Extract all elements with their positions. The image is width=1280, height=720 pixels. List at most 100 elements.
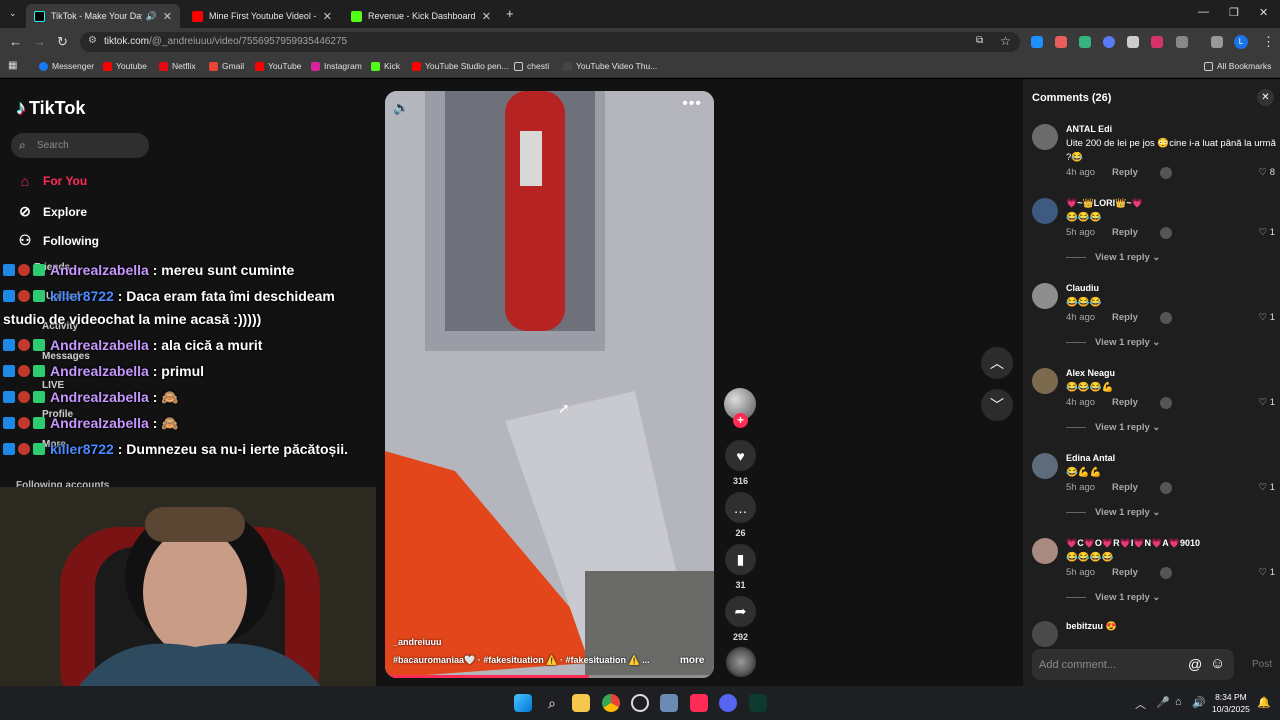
chat-username[interactable]: Andrealzabella: [50, 262, 149, 278]
commenter-name[interactable]: Alex Neagu: [1066, 368, 1115, 378]
video-author[interactable]: _andreiuuu: [393, 637, 442, 647]
notification-icon[interactable]: 🔔: [1257, 696, 1271, 709]
close-tab-icon[interactable]: ✕: [163, 10, 172, 23]
sidebar-item-following[interactable]: ⚇ Following: [16, 232, 99, 249]
share-icon[interactable]: ➦: [725, 596, 756, 627]
comment-like[interactable]: ♡ 1: [1259, 567, 1275, 578]
volume-icon[interactable]: 🔊: [393, 100, 409, 116]
chat-username[interactable]: Andrealzabella: [50, 415, 149, 431]
all-bookmarks[interactable]: All Bookmarks: [1204, 61, 1271, 71]
commenter-avatar[interactable]: [1032, 198, 1058, 224]
back-icon[interactable]: ←: [9, 34, 22, 49]
commenter-name[interactable]: 💗~👑LORI👑~💗: [1066, 198, 1143, 209]
commenter-name[interactable]: 💗C💗O💗R💗I💗N💗A💗9010: [1066, 538, 1200, 549]
bookmark-youtube[interactable]: Youtube: [103, 61, 147, 71]
reply-button[interactable]: Reply: [1112, 167, 1138, 178]
discord-icon[interactable]: [719, 694, 737, 712]
commenter-avatar[interactable]: [1032, 538, 1058, 564]
tiktok-logo[interactable]: ♪ TikTok: [16, 97, 85, 120]
menu-kebab-icon[interactable]: ⋮: [1262, 34, 1275, 50]
tab-search-chevron-icon[interactable]: ⌄: [9, 8, 17, 19]
extension-icon[interactable]: [1151, 36, 1163, 48]
search-icon[interactable]: ⌕: [543, 694, 561, 712]
sidebar-item-for-you[interactable]: ⌂ For You: [16, 173, 87, 189]
close-tab-icon[interactable]: ✕: [323, 10, 332, 23]
commenter-name[interactable]: Claudiu: [1066, 283, 1099, 293]
bookmark-youtube-thumb[interactable]: YouTube Video Thu...: [563, 61, 657, 71]
extension-icon[interactable]: [1103, 36, 1115, 48]
speaker-icon[interactable]: 🔊: [146, 11, 157, 22]
bookmark-messenger[interactable]: Messenger: [39, 61, 94, 71]
file-explorer-icon[interactable]: [572, 694, 590, 712]
bookmark-netflix[interactable]: Netflix: [159, 61, 196, 71]
previous-video-button[interactable]: ︿: [981, 347, 1013, 379]
post-button[interactable]: Post: [1252, 659, 1272, 670]
commenter-name[interactable]: Edina Antal: [1066, 453, 1115, 463]
reply-button[interactable]: Reply: [1112, 312, 1138, 323]
like-action[interactable]: ♥ 316: [725, 440, 756, 486]
reply-button[interactable]: Reply: [1112, 567, 1138, 578]
network-icon[interactable]: ⌂: [1175, 696, 1182, 708]
bookmark-gmail[interactable]: Gmail: [209, 61, 244, 71]
search-input[interactable]: ⌕ Search: [11, 133, 149, 158]
video-player[interactable]: 🔊 ••• _andreiuuu #bacauromaniaa🤍 · #fake…: [385, 91, 714, 678]
comment-like[interactable]: ♡ 1: [1259, 482, 1275, 493]
view-replies-button[interactable]: View 1 reply ⌄: [1066, 507, 1160, 518]
chrome-icon[interactable]: [602, 694, 620, 712]
reload-icon[interactable]: ↻: [57, 34, 68, 50]
extension-icon[interactable]: [1079, 36, 1091, 48]
follow-plus-icon[interactable]: +: [733, 413, 748, 428]
view-replies-button[interactable]: View 1 reply ⌄: [1066, 422, 1160, 433]
site-info-icon[interactable]: ⚙: [88, 35, 97, 46]
bookmark-youtube-studio[interactable]: YouTube Studio pen...: [412, 61, 509, 71]
sidebar-item-explore[interactable]: ⊘ Explore: [16, 203, 87, 220]
extensions-puzzle-icon[interactable]: [1176, 36, 1188, 48]
comment-like[interactable]: ♡ 1: [1259, 227, 1275, 238]
address-bar[interactable]: ⚙ tiktok.com/@_andreiuuu/video/755695795…: [80, 32, 1020, 52]
tab-kick[interactable]: Revenue - Kick Dashboard ✕: [343, 4, 499, 28]
tab-youtube[interactable]: Mine First Youtube Videol - You ✕: [184, 4, 340, 28]
reply-button[interactable]: Reply: [1112, 397, 1138, 408]
commenter-avatar[interactable]: [1032, 124, 1058, 150]
close-window-icon[interactable]: ✕: [1259, 6, 1268, 19]
reply-button[interactable]: Reply: [1112, 227, 1138, 238]
music-disc-icon[interactable]: [726, 647, 756, 677]
chat-username[interactable]: killer8722: [50, 441, 114, 457]
commenter-avatar[interactable]: [1032, 368, 1058, 394]
bookmark-kick[interactable]: Kick: [371, 61, 400, 71]
mention-icon[interactable]: @: [1188, 656, 1202, 672]
app-icon[interactable]: [631, 694, 649, 712]
extension-icon[interactable]: [1031, 36, 1043, 48]
commenter-avatar[interactable]: [1032, 621, 1058, 647]
reply-button[interactable]: Reply: [1112, 482, 1138, 493]
comment-like[interactable]: ♡ 1: [1259, 312, 1275, 323]
commenter-name[interactable]: bebitzuu 😍: [1066, 621, 1117, 632]
chat-username[interactable]: killer8722: [50, 288, 114, 304]
apps-grid-icon[interactable]: ▦: [8, 60, 17, 71]
bookmark-instagram[interactable]: Instagram: [311, 61, 362, 71]
taskbar-clock[interactable]: 8:34 PM 10/3/2025: [1212, 691, 1250, 715]
share-action[interactable]: ➦ 292: [725, 596, 756, 642]
tray-overflow-icon[interactable]: ︿: [1135, 696, 1146, 712]
view-replies-button[interactable]: View 1 reply ⌄: [1066, 252, 1160, 263]
bookmark-folder-chesti[interactable]: chesti: [514, 61, 549, 71]
video-caption[interactable]: #bacauromaniaa🤍 · #fakesituation ⚠️ · #f…: [393, 655, 650, 666]
maximize-icon[interactable]: ❐: [1229, 6, 1239, 19]
bookmark-youtube-2[interactable]: YouTube: [255, 61, 301, 71]
commenter-name[interactable]: ANTAL Edi: [1066, 124, 1112, 134]
extension-icon[interactable]: [1127, 36, 1139, 48]
heart-icon[interactable]: ♥: [725, 440, 756, 471]
tiktok-app-icon[interactable]: [690, 694, 708, 712]
emoji-icon[interactable]: ☺: [1210, 655, 1225, 672]
windows-start-icon[interactable]: [514, 694, 532, 712]
video-progress-bar[interactable]: [385, 675, 714, 678]
comment-action[interactable]: … 26: [725, 492, 756, 538]
install-app-icon[interactable]: ⧉: [976, 35, 983, 46]
close-tab-icon[interactable]: ✕: [482, 10, 491, 23]
comment-icon[interactable]: …: [725, 492, 756, 523]
chat-username[interactable]: Andrealzabella: [50, 389, 149, 405]
comment-like[interactable]: ♡ 1: [1259, 397, 1275, 408]
view-replies-button[interactable]: View 1 reply ⌄: [1066, 592, 1160, 603]
bookmark-star-icon[interactable]: ☆: [1000, 34, 1011, 48]
close-comments-icon[interactable]: ✕: [1257, 89, 1274, 106]
